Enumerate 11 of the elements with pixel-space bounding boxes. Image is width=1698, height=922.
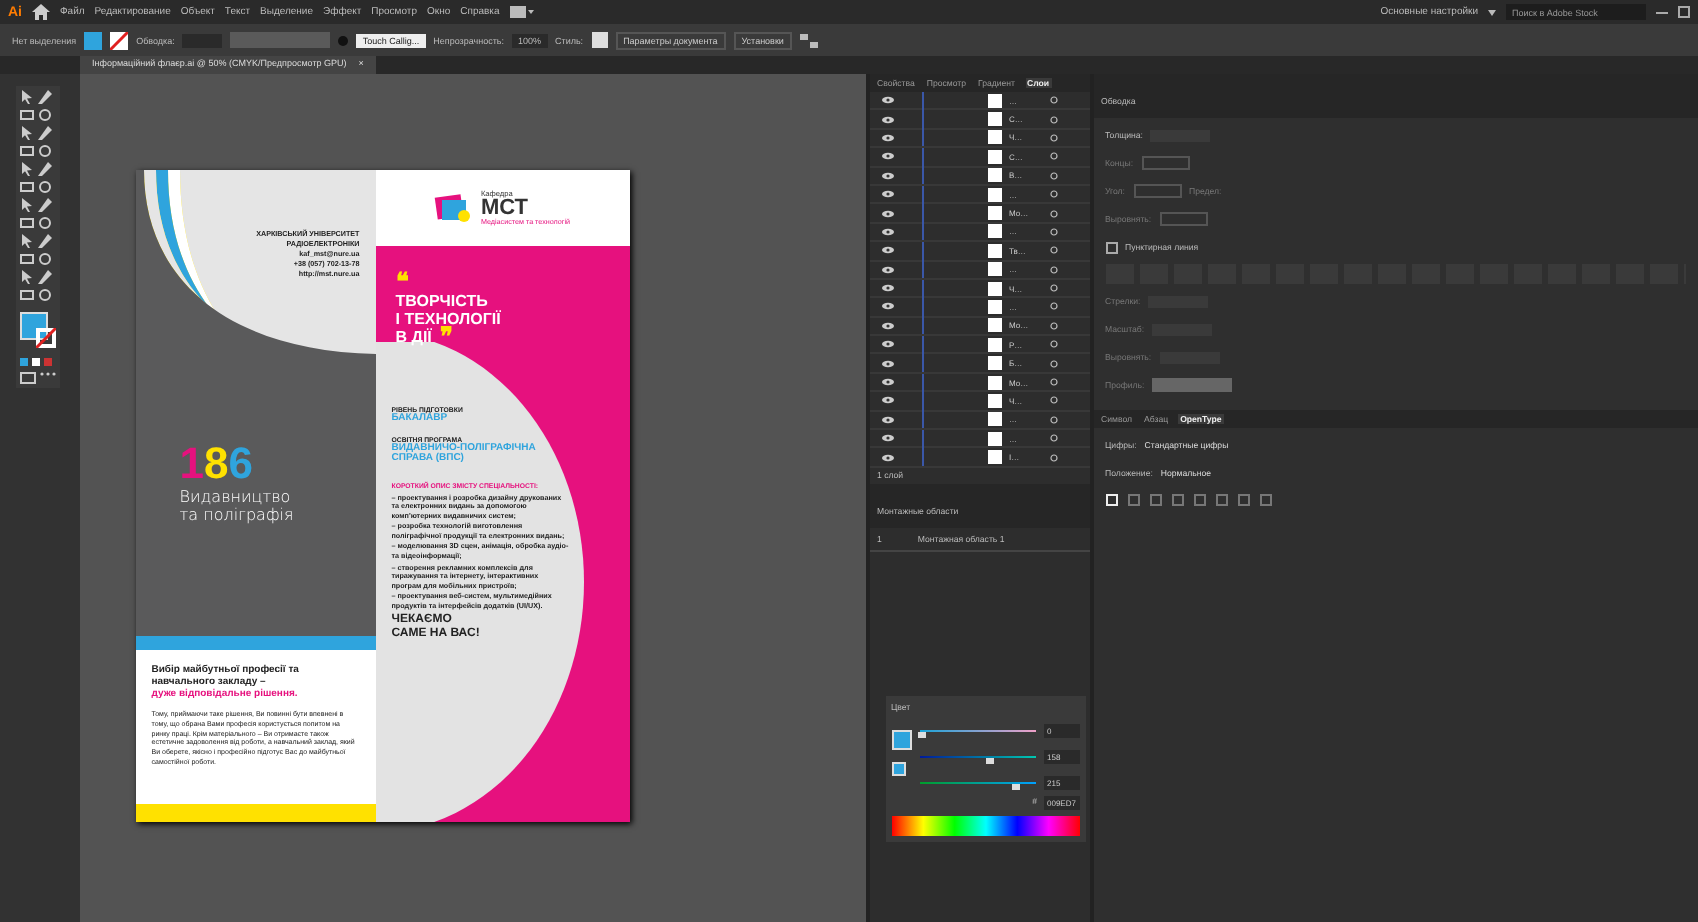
specialty-title: Видавництво [179, 488, 293, 506]
slogan-line: В ДІЇ [395, 328, 432, 346]
close-quote: ❞ [439, 328, 452, 346]
specialty-number-digit: 1 [179, 440, 204, 488]
specialty-number-digit: 8 [204, 440, 229, 488]
slogan-line: І ТЕХНОЛОГІЇ [395, 310, 503, 328]
specialty-title: та поліграфія [179, 506, 296, 524]
open-quote: ❝ [395, 274, 408, 292]
logo-name: МСТ [480, 198, 530, 218]
specialty-number-digit: 6 [228, 440, 253, 488]
slogan-line: ТВОРЧІСТЬ [395, 292, 490, 310]
